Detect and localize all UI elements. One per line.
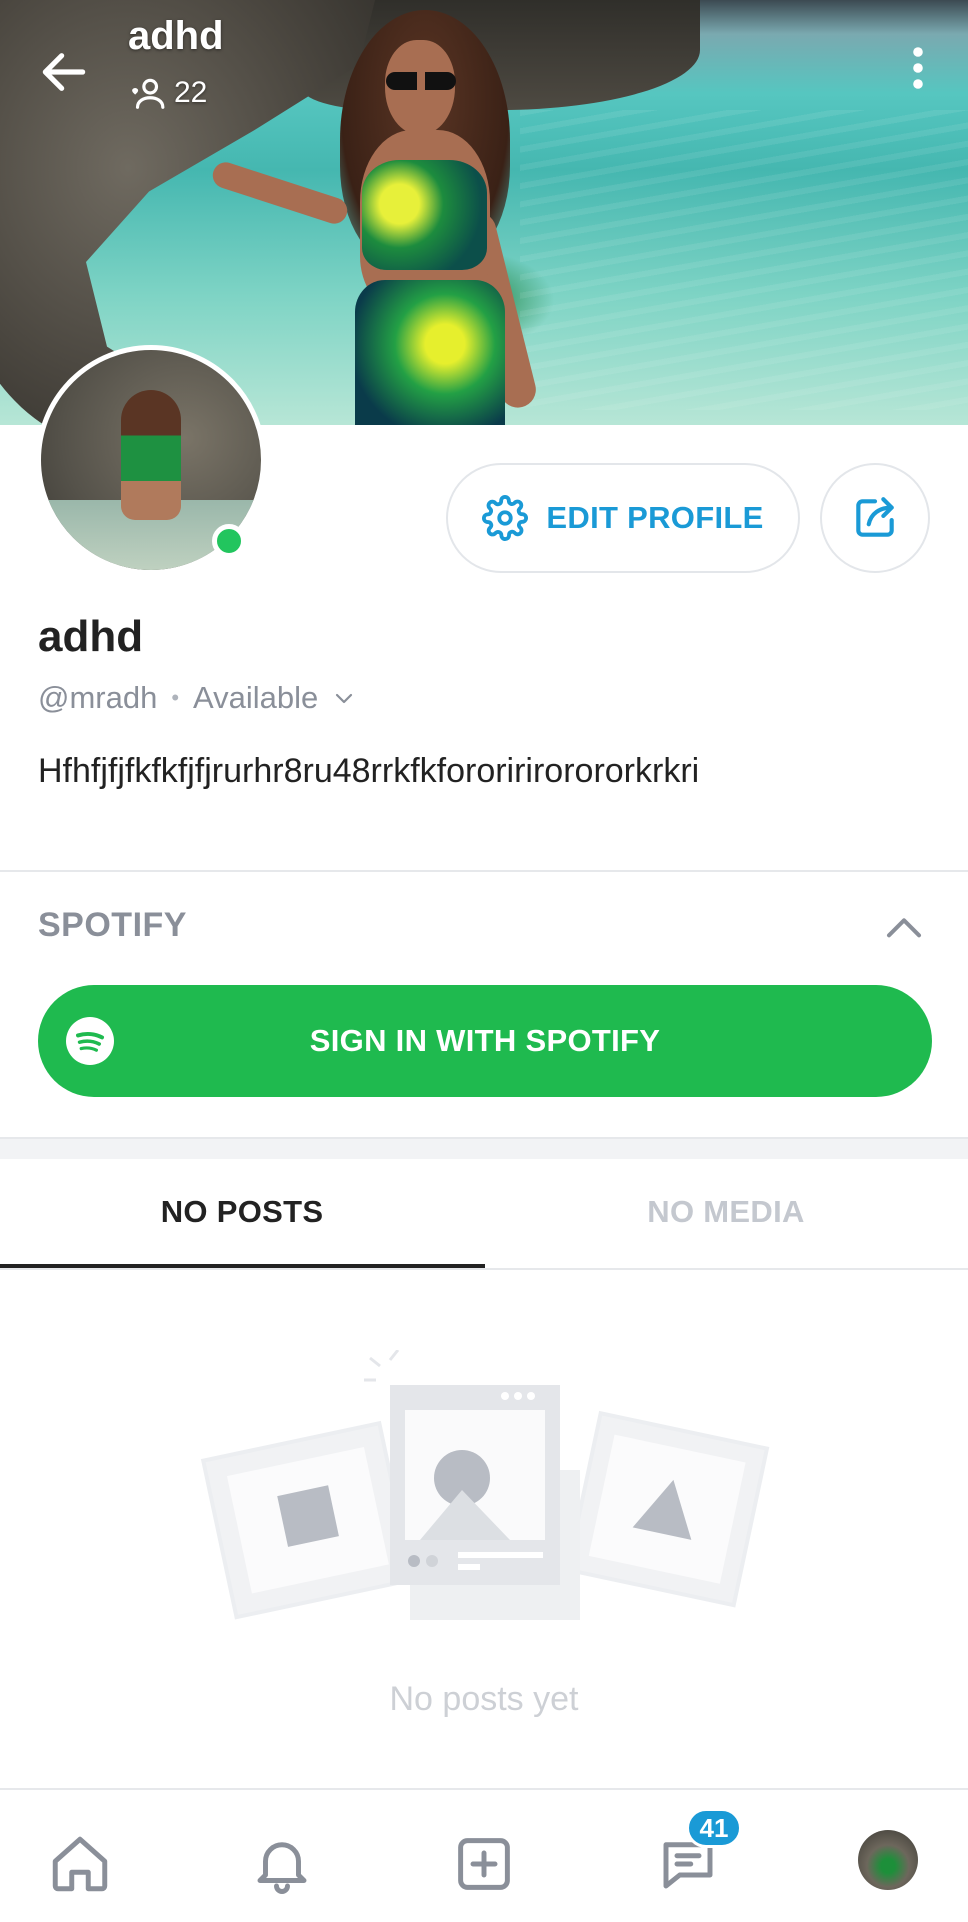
- share-profile-button[interactable]: [820, 463, 930, 573]
- cover-sea: [520, 110, 968, 410]
- back-button[interactable]: [36, 44, 92, 100]
- chevron-down-icon: [336, 693, 353, 704]
- nav-notifications[interactable]: [246, 1828, 318, 1900]
- gear-icon: [482, 495, 529, 541]
- header-followers[interactable]: 22: [128, 74, 207, 112]
- more-options-button[interactable]: [900, 44, 936, 92]
- profile-bio: Hfhfjfjfkfkfjfjrurhr8ru48rrkfkforoririro…: [38, 752, 700, 790]
- edit-profile-button[interactable]: EDIT PROFILE: [446, 463, 800, 573]
- online-status-dot: [212, 524, 246, 558]
- cover-person: [209, 10, 560, 425]
- nav-add-post[interactable]: [448, 1828, 520, 1900]
- handle-row: @mradh • Available: [38, 680, 356, 716]
- followers-count: 22: [174, 76, 208, 109]
- status-selector[interactable]: Available: [193, 680, 356, 716]
- spotify-sign-in-label: SIGN IN WITH SPOTIFY: [309, 1023, 661, 1058]
- display-name: adhd: [38, 612, 144, 661]
- username-handle: @mradh: [38, 680, 158, 715]
- add-post-icon: [458, 1838, 510, 1890]
- section-divider: [0, 870, 968, 872]
- collapse-spotify-button[interactable]: [884, 912, 924, 942]
- spotify-sign-in-button[interactable]: SIGN IN WITH SPOTIFY: [38, 985, 932, 1097]
- bell-icon: [257, 1842, 307, 1894]
- chevron-up-icon: [887, 918, 921, 938]
- tabs-divider: [0, 1268, 968, 1270]
- arrow-left-icon: [42, 53, 86, 91]
- spotify-section-title: SPOTIFY: [38, 906, 187, 944]
- tab-posts[interactable]: NO POSTS: [0, 1156, 484, 1268]
- spotify-icon: [66, 1017, 114, 1065]
- nav-home[interactable]: [44, 1828, 116, 1900]
- empty-posts-illustration: [200, 1350, 770, 1620]
- followers-icon: [132, 78, 165, 109]
- messages-badge: 41: [686, 1808, 742, 1848]
- tab-media[interactable]: NO MEDIA: [484, 1156, 968, 1268]
- separator-dot: •: [171, 685, 180, 710]
- nav-profile-avatar[interactable]: [858, 1830, 918, 1890]
- header-title: adhd: [128, 14, 224, 58]
- edit-profile-label: EDIT PROFILE: [546, 500, 764, 535]
- home-icon: [52, 1836, 108, 1892]
- share-icon: [856, 497, 894, 537]
- empty-state-message: No posts yet: [389, 1680, 579, 1718]
- more-vertical-icon: [913, 47, 923, 89]
- status-label: Available: [193, 680, 319, 715]
- bottom-navigation: 41: [0, 1788, 968, 1922]
